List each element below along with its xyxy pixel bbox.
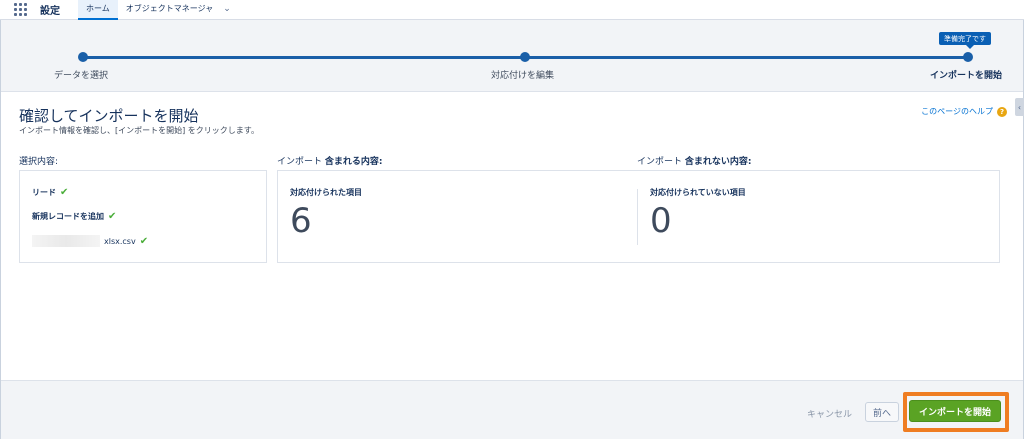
cancel-button[interactable]: キャンセル (807, 407, 852, 420)
excluded-header: インポート 含まれない内容: (637, 154, 752, 167)
tab-object-manager[interactable]: オブジェクトマネージャ ⌄ (118, 0, 235, 20)
selection-file: xlsx.csv ✔ (32, 235, 148, 247)
checkmark-icon: ✔ (108, 211, 117, 222)
selection-card: リード ✔ 新規レコードを追加 ✔ xlsx.csv ✔ (19, 170, 267, 263)
blurred-filename (32, 235, 100, 247)
selection-object-label: リード (32, 188, 56, 197)
app-name: 設定 (40, 6, 60, 17)
card-divider (637, 189, 638, 245)
step-2-dot (520, 52, 530, 62)
previous-button[interactable]: 前へ (865, 402, 899, 422)
selection-object: リード ✔ (32, 187, 68, 198)
start-import-button[interactable]: インポートを開始 (909, 400, 1001, 422)
help-icon: ? (997, 106, 1007, 117)
app-launcher-icon[interactable] (14, 2, 28, 17)
excluded-header-prefix: インポート (637, 157, 683, 167)
selection-file-label: xlsx.csv (104, 236, 136, 246)
page-title: 確認してインポートを開始 (19, 107, 199, 125)
chevron-down-icon[interactable]: ⌄ (223, 4, 231, 14)
excluded-header-bold: 含まれない内容: (684, 157, 752, 167)
step-1-dot (78, 52, 88, 62)
tab-object-manager-label: オブジェクトマネージャ (125, 4, 214, 13)
selected-header: 選択内容: (19, 157, 59, 167)
progress-stepper: データを選択 対応付けを編集 インポートを開始 準備完了です (1, 20, 1023, 92)
page-subtitle: インポート情報を確認し、[インポートを開始] をクリックします。 (19, 126, 259, 135)
selection-action-label: 新規レコードを追加 (32, 212, 104, 221)
included-header-prefix: インポート (277, 157, 323, 167)
step-3-dot (963, 52, 973, 62)
side-panel-toggle-icon[interactable]: ‹ (1015, 98, 1024, 116)
checkmark-icon: ✔ (60, 187, 69, 198)
tab-home[interactable]: ホーム (78, 0, 118, 20)
included-header-bold: 含まれる内容: (324, 157, 383, 167)
footer-bar: キャンセル 前へ インポートを開始 (1, 380, 1023, 439)
step-2-label: 対応付けを編集 (491, 71, 555, 81)
help-link[interactable]: このページのヘルプ ? (921, 106, 1007, 117)
unmapped-fields-label: 対応付けられていない項目 (650, 188, 746, 197)
selection-action: 新規レコードを追加 ✔ (32, 211, 116, 222)
top-navigation-bar: 設定 ホーム オブジェクトマネージャ ⌄ (0, 0, 1024, 20)
mapping-summary-card: 対応付けられた項目 6 対応付けられていない項目 0 (277, 170, 1000, 263)
step-1-label: データを選択 (54, 71, 109, 81)
unmapped-fields-count: 0 (650, 201, 672, 241)
ready-badge: 準備完了です (939, 32, 991, 49)
mapped-fields-count: 6 (290, 201, 312, 241)
help-link-label: このページのヘルプ (921, 107, 993, 116)
content-frame: データを選択 対応付けを編集 インポートを開始 準備完了です 確認してインポート… (0, 20, 1024, 439)
step-3-label: インポートを開始 (930, 71, 1003, 81)
mapped-fields-label: 対応付けられた項目 (290, 188, 362, 197)
included-header: インポート 含まれる内容: (277, 154, 383, 167)
checkmark-icon: ✔ (139, 235, 149, 247)
